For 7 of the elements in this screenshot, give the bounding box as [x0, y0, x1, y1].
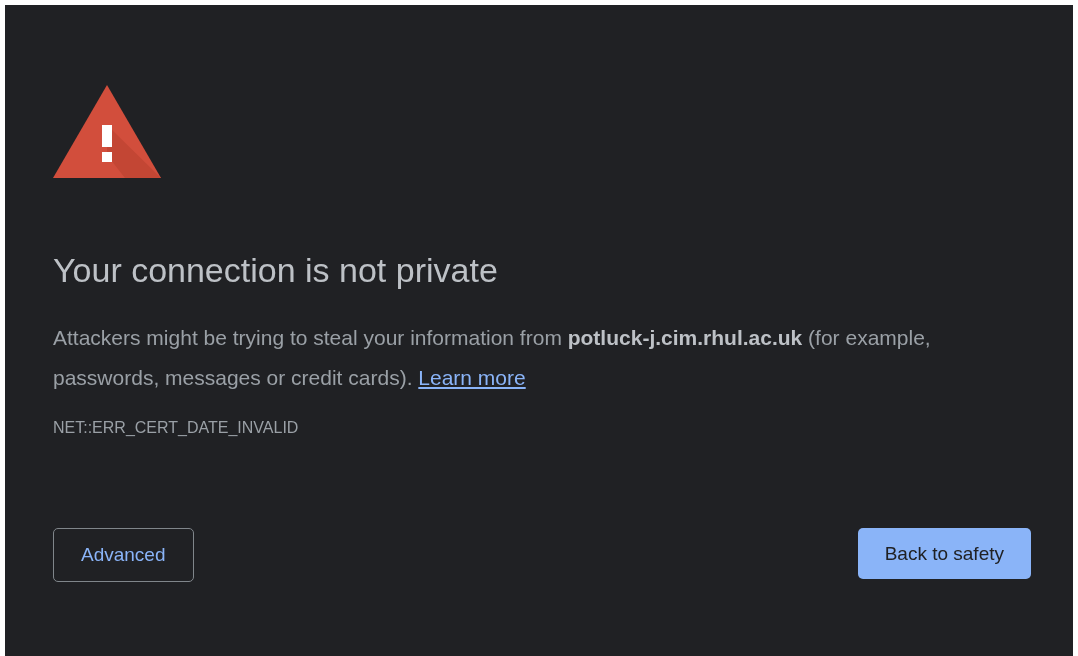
error-code: NET::ERR_CERT_DATE_INVALID — [53, 418, 300, 438]
learn-more-link[interactable]: Learn more — [418, 366, 526, 389]
back-to-safety-button[interactable]: Back to safety — [857, 528, 1031, 579]
advanced-button[interactable]: Advanced — [53, 528, 194, 582]
page-heading: Your connection is not private — [53, 250, 499, 290]
warning-message: Attackers might be trying to steal your information from potluck-j.cim.rhul.ac.uk (for example, passwords, messages or credit cards). Learn more — [53, 325, 932, 391]
warning-icon — [53, 85, 161, 178]
